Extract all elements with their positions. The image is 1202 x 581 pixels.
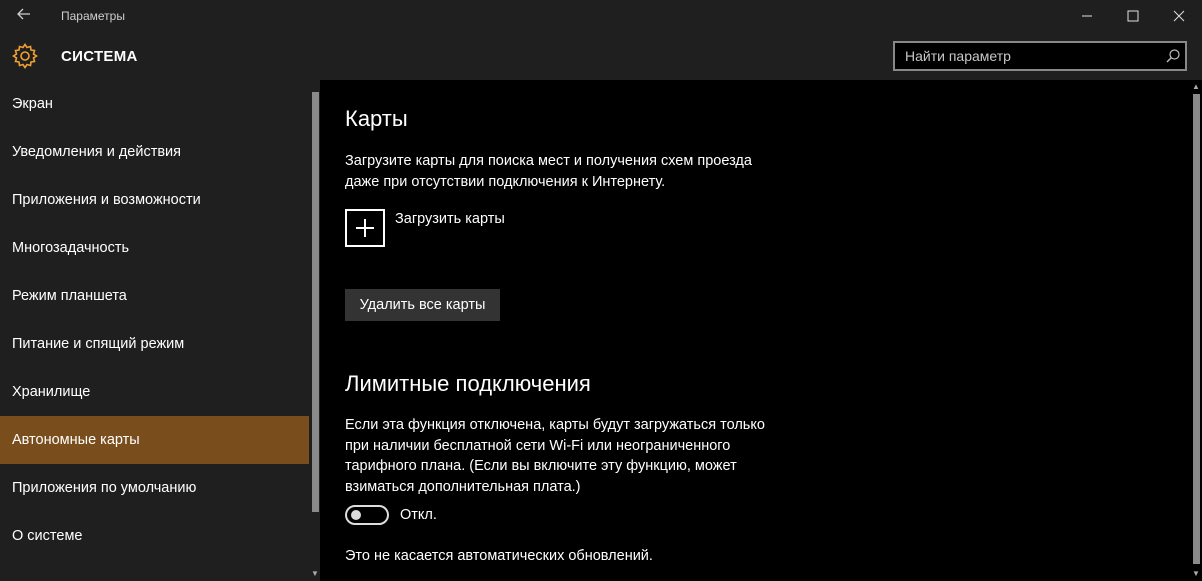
section-title: СИСТЕМА xyxy=(61,48,138,65)
sidebar-item-label: Экран xyxy=(12,96,53,112)
sidebar-item-label: Уведомления и действия xyxy=(12,144,181,160)
maps-description-line: даже при отсутствии подключения к Интерн… xyxy=(345,173,666,190)
sidebar-item-label: Автономные карты xyxy=(12,432,140,448)
gear-icon xyxy=(11,42,39,70)
sidebar-scrollbar-thumb[interactable] xyxy=(312,92,319,512)
maps-description: Загрузите карты для поиска мест и получе… xyxy=(345,151,752,192)
sidebar-item-offline-maps[interactable]: Автономные карты xyxy=(0,416,309,464)
sidebar-item-about[interactable]: О системе xyxy=(0,512,309,560)
sidebar-item-label: О системе xyxy=(12,528,83,544)
sidebar-item-label: Хранилище xyxy=(12,384,91,400)
download-maps-link[interactable]: Загрузить карты xyxy=(395,211,505,227)
sidebar-item-label: Приложения по умолчанию xyxy=(12,480,197,496)
title-bar: Параметры xyxy=(0,0,1202,32)
close-icon[interactable] xyxy=(1156,0,1202,32)
delete-all-maps-button[interactable]: Удалить все карты xyxy=(345,289,500,321)
main-scrollbar[interactable]: ▲ ▼ xyxy=(1190,80,1202,581)
search-box[interactable] xyxy=(893,41,1187,71)
sidebar-item-display[interactable]: Экран xyxy=(0,80,309,128)
metered-description: Если эта функция отключена, карты будут … xyxy=(345,415,765,497)
sidebar-item-label: Многозадачность xyxy=(12,240,130,256)
sidebar-item-label: Питание и спящий режим xyxy=(12,336,185,352)
sidebar-item-label: Режим планшета xyxy=(12,288,127,304)
sidebar-item-tablet-mode[interactable]: Режим планшета xyxy=(0,272,309,320)
search-input[interactable] xyxy=(895,43,1163,69)
sidebar-item-power-sleep[interactable]: Питание и спящий режим xyxy=(0,320,309,368)
sidebar-item-multitasking[interactable]: Многозадачность xyxy=(0,224,309,272)
main-content: Карты Загрузите карты для поиска мест и … xyxy=(320,80,1190,581)
maximize-icon[interactable] xyxy=(1110,0,1156,32)
window-title: Параметры xyxy=(61,9,125,23)
sidebar-item-notifications[interactable]: Уведомления и действия xyxy=(0,128,309,176)
toggle-knob xyxy=(351,510,361,520)
metered-description-line: тарифного плана. (Если вы включите эту ф… xyxy=(345,458,737,474)
sidebar-item-default-apps[interactable]: Приложения по умолчанию xyxy=(0,464,309,512)
metered-description-line: взиматься дополнительная плата.) xyxy=(345,478,581,495)
scroll-up-arrow-icon[interactable]: ▲ xyxy=(1192,82,1200,91)
sidebar-scrollbar[interactable]: ▼ xyxy=(310,80,320,581)
header: СИСТЕМА xyxy=(0,32,1202,80)
metered-toggle[interactable] xyxy=(345,505,389,525)
sidebar-item-apps-features[interactable]: Приложения и возможности xyxy=(0,176,309,224)
search-icon[interactable] xyxy=(1165,48,1181,64)
sidebar-item-storage[interactable]: Хранилище xyxy=(0,368,309,416)
main-scrollbar-thumb[interactable] xyxy=(1193,94,1200,564)
scroll-down-arrow-icon[interactable]: ▼ xyxy=(1192,569,1200,578)
sidebar-item-label: Приложения и возможности xyxy=(12,192,201,208)
sidebar: Экран Уведомления и действия Приложения … xyxy=(0,80,320,581)
scroll-down-arrow-icon[interactable]: ▼ xyxy=(311,569,319,578)
minimize-icon[interactable] xyxy=(1064,0,1110,32)
updates-note: Это не касается автоматических обновлени… xyxy=(345,548,653,564)
maps-title: Карты xyxy=(345,106,408,131)
maps-description-line: Загрузите карты для поиска мест и получе… xyxy=(345,153,752,169)
metered-description-line: при наличии бесплатной сети Wi-Fi или не… xyxy=(345,437,731,454)
back-arrow-icon[interactable] xyxy=(12,6,36,26)
metered-description-line: Если эта функция отключена, карты будут … xyxy=(345,417,765,433)
metered-connections-title: Лимитные подключения xyxy=(345,371,591,396)
toggle-state-label: Откл. xyxy=(400,507,437,523)
plus-icon[interactable] xyxy=(345,209,385,247)
